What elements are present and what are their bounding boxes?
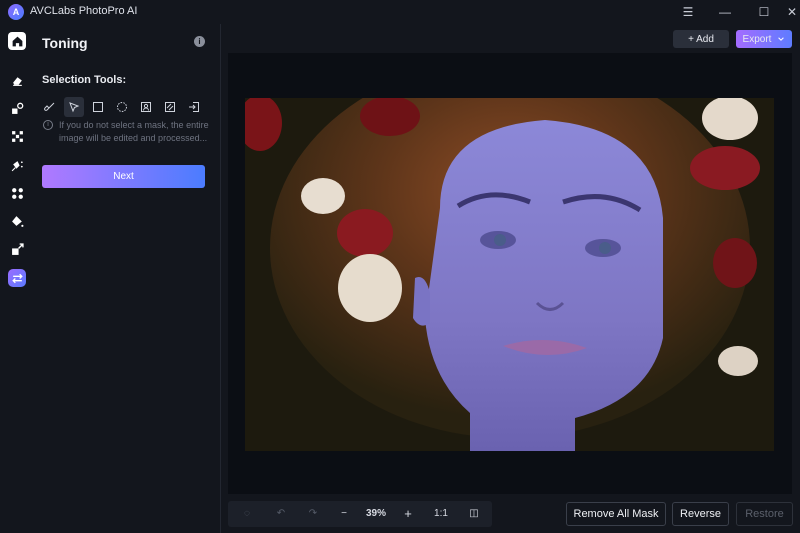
app-logo-icon: A bbox=[8, 4, 24, 20]
rectangle-tool[interactable] bbox=[88, 97, 108, 117]
title-bar: A AVCLabs PhotoPro AI ☰ — ☐ ✕ bbox=[0, 0, 800, 24]
export-label: Export bbox=[742, 33, 772, 45]
sidebar-item-expand[interactable] bbox=[7, 239, 27, 259]
background-tool[interactable] bbox=[160, 97, 180, 117]
app-title: AVCLabs PhotoPro AI bbox=[30, 5, 138, 17]
sidebar-item-eraser[interactable] bbox=[7, 70, 27, 90]
image-canvas[interactable] bbox=[228, 53, 792, 494]
home-icon bbox=[12, 36, 22, 46]
portrait-icon bbox=[141, 102, 151, 112]
sidebar-item-replace[interactable] bbox=[7, 98, 27, 118]
mask-hint-text: If you do not select a mask, the entire … bbox=[59, 120, 209, 143]
close-icon[interactable]: ✕ bbox=[784, 4, 800, 20]
next-button[interactable]: Next bbox=[42, 165, 205, 188]
hint-info-icon: i bbox=[43, 120, 53, 130]
zoom-toolbar: ◌ ↶ ↷ − 39% + 1:1 ◫ bbox=[228, 501, 492, 527]
reset-icon[interactable]: ◌ bbox=[236, 501, 258, 527]
portrait-photo bbox=[245, 98, 774, 451]
eraser-icon bbox=[12, 76, 22, 86]
sidebar-item-colorize[interactable] bbox=[7, 211, 27, 231]
chevron-down-icon bbox=[778, 37, 785, 41]
sidebar-item-enhance[interactable] bbox=[7, 183, 27, 203]
sidebar-item-toning[interactable] bbox=[8, 269, 26, 287]
ellipse-icon bbox=[117, 102, 127, 112]
remove-all-mask-button[interactable]: Remove All Mask bbox=[566, 502, 666, 526]
import-mask-tool[interactable] bbox=[184, 97, 204, 117]
sidebar-item-retouch[interactable] bbox=[7, 155, 27, 175]
portrait-tool[interactable] bbox=[136, 97, 156, 117]
panel-divider bbox=[220, 24, 221, 533]
petal-white bbox=[338, 254, 402, 322]
zoom-out-button[interactable]: − bbox=[334, 501, 354, 527]
panel-title: Toning bbox=[42, 35, 88, 51]
petal-red bbox=[337, 209, 393, 257]
import-icon bbox=[189, 102, 199, 112]
retouch-icon bbox=[11, 160, 23, 171]
background-icon bbox=[165, 102, 175, 112]
sidebar-rail bbox=[0, 24, 34, 533]
brush-icon bbox=[44, 102, 55, 111]
selection-tools-label: Selection Tools: bbox=[42, 74, 127, 86]
brush-tool[interactable] bbox=[40, 97, 60, 117]
sidebar-item-home[interactable] bbox=[8, 32, 26, 50]
restore-button[interactable]: Restore bbox=[736, 502, 793, 526]
rectangle-icon bbox=[93, 102, 103, 112]
minimize-icon[interactable]: — bbox=[717, 4, 733, 20]
select-pointer-tool[interactable] bbox=[64, 97, 84, 117]
toning-icon bbox=[11, 273, 23, 283]
expand-icon bbox=[11, 242, 24, 255]
add-button[interactable]: + Add bbox=[673, 30, 729, 48]
petal-red bbox=[713, 238, 757, 288]
petal-white bbox=[301, 178, 345, 214]
petal-white bbox=[702, 98, 758, 140]
ellipse-tool[interactable] bbox=[112, 97, 132, 117]
selection-tools bbox=[40, 97, 204, 117]
upscale-icon bbox=[11, 130, 23, 142]
enhance-icon bbox=[11, 187, 23, 199]
toning-panel: Toning i Selection Tools: i If you do no… bbox=[34, 24, 220, 533]
menu-icon[interactable]: ☰ bbox=[680, 4, 696, 20]
reverse-button[interactable]: Reverse bbox=[672, 502, 729, 526]
petal-red bbox=[690, 146, 760, 190]
compare-icon[interactable]: ◫ bbox=[464, 501, 484, 527]
zoom-in-button[interactable]: + bbox=[398, 501, 418, 527]
pointer-icon bbox=[69, 102, 80, 113]
maximize-icon[interactable]: ☐ bbox=[756, 4, 772, 20]
sidebar-item-upscale[interactable] bbox=[7, 126, 27, 146]
petal-white bbox=[718, 346, 758, 376]
colorize-icon bbox=[11, 215, 23, 227]
info-icon[interactable]: i bbox=[194, 36, 205, 47]
photo-preview[interactable] bbox=[245, 98, 774, 451]
redo-icon[interactable]: ↷ bbox=[302, 501, 324, 527]
actual-size-button[interactable]: 1:1 bbox=[430, 501, 452, 527]
undo-icon[interactable]: ↶ bbox=[270, 501, 292, 527]
export-button[interactable]: Export bbox=[736, 30, 792, 48]
replace-icon bbox=[11, 102, 23, 114]
zoom-level: 39% bbox=[365, 508, 386, 519]
